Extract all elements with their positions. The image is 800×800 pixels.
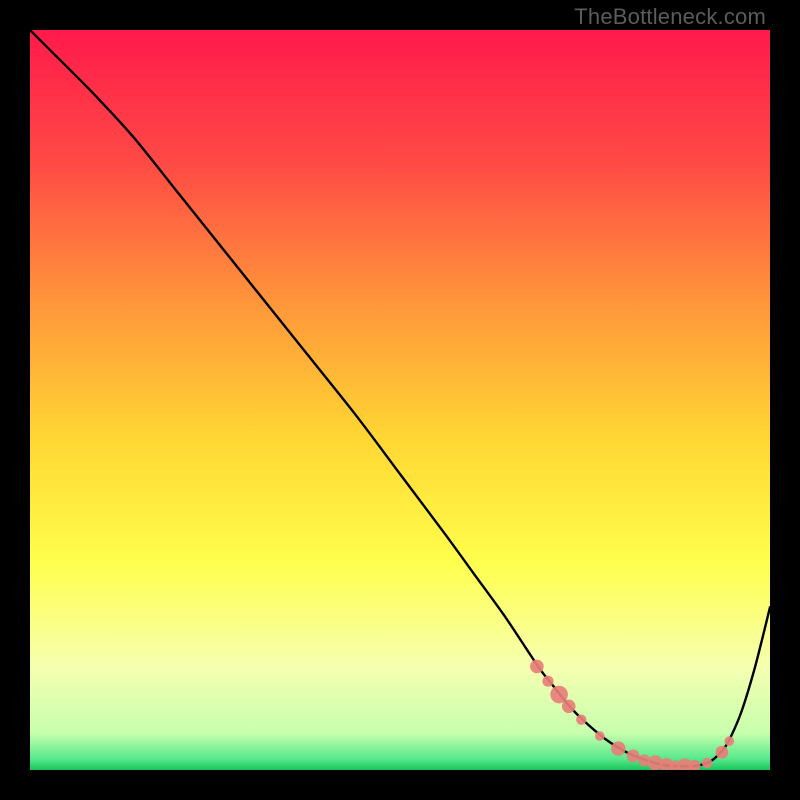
data-marker <box>562 700 576 714</box>
data-marker <box>530 660 544 674</box>
data-marker <box>627 750 640 763</box>
data-marker <box>611 741 625 755</box>
data-marker <box>702 758 712 768</box>
data-marker <box>576 714 586 724</box>
data-marker <box>725 736 735 746</box>
watermark-text: TheBottleneck.com <box>574 4 766 30</box>
data-marker <box>595 731 605 741</box>
bottleneck-chart <box>30 30 770 770</box>
data-marker <box>542 676 553 687</box>
gradient-background <box>30 30 770 770</box>
data-marker <box>716 746 729 759</box>
chart-frame <box>30 30 770 770</box>
